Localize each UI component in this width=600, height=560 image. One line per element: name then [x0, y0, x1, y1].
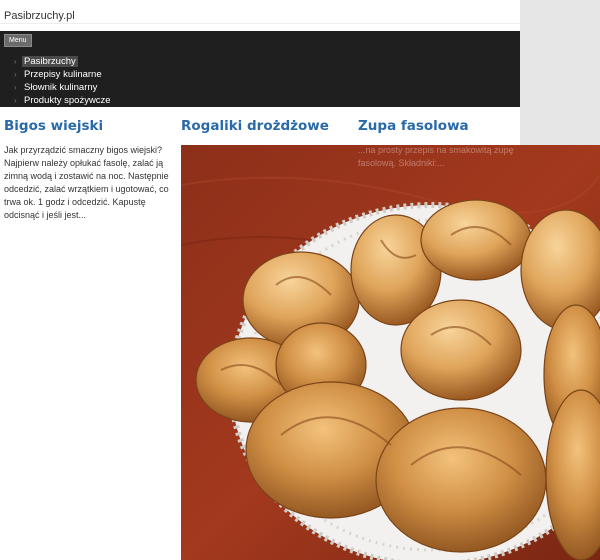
article-card: Bigos wiejski Jak przyrządzić smaczny bi… [4, 117, 172, 222]
article-excerpt: Jak przyrządzić smaczny bigos wiejski? N… [4, 145, 169, 220]
site-title[interactable]: Pasibrzuchy.pl [0, 8, 520, 24]
article-excerpt: ...na prosty przepis na smakowitą zupę f… [358, 145, 514, 168]
article-title-link[interactable]: Rogaliki drożdżowe [181, 117, 351, 135]
main-navigation: Menu Pasibrzuchy Przepisy kulinarne Słow… [0, 31, 520, 107]
nav-item-pasibrzuchy[interactable]: Pasibrzuchy [14, 55, 113, 68]
article-photo-rogaliki[interactable] [181, 145, 600, 560]
article-title-link[interactable]: Bigos wiejski [4, 117, 172, 135]
nav-item-produkty-spozywcze[interactable]: Produkty spożywcze [14, 94, 113, 107]
article-title-link[interactable]: Zupa fasolowa [358, 117, 518, 135]
nav-item-slownik-kulinarny[interactable]: Słownik kulinarny [14, 81, 113, 94]
nav-item-label: Słownik kulinarny [24, 82, 98, 93]
menu-button[interactable]: Menu [4, 34, 32, 47]
nav-list: Pasibrzuchy Przepisy kulinarne Słownik k… [14, 55, 113, 107]
nav-item-label: Przepisy kulinarne [24, 69, 102, 80]
bread-rolls-illustration [181, 145, 600, 560]
nav-item-label: Pasibrzuchy [22, 56, 78, 67]
nav-item-label: Produkty spożywcze [24, 95, 111, 106]
article-card: Rogaliki drożdżowe [181, 117, 351, 135]
article-card: Zupa fasolowa ...na prosty przepis na sm… [358, 117, 518, 170]
nav-item-przepisy-kulinarne[interactable]: Przepisy kulinarne [14, 68, 113, 81]
